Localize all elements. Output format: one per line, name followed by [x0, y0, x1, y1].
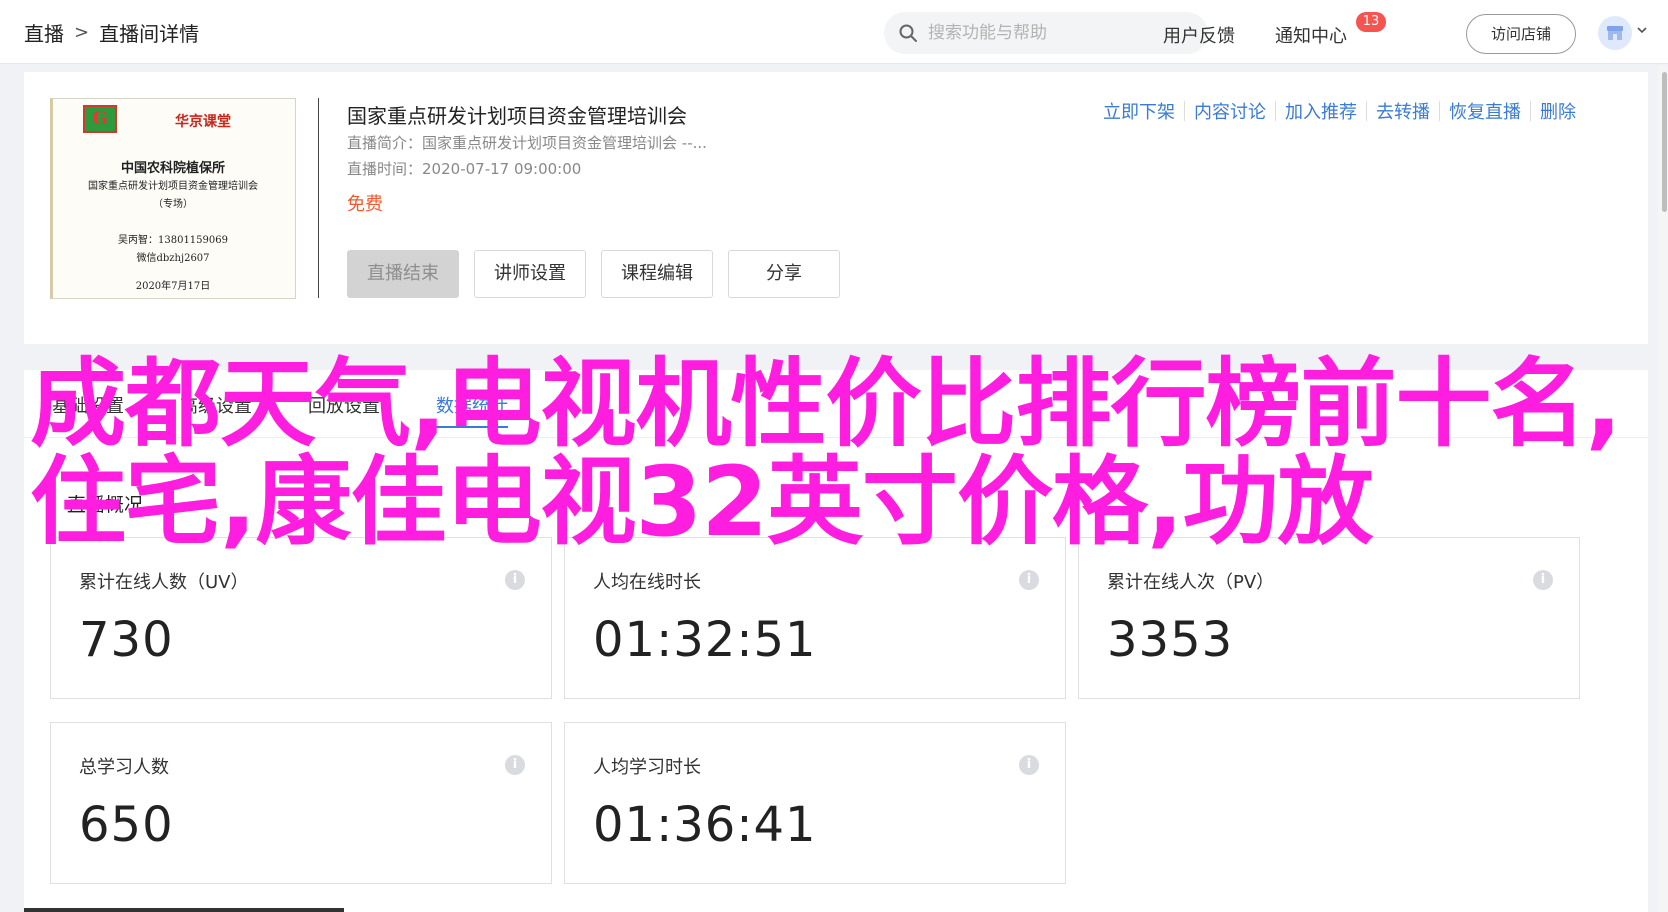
stat-card-avg-online-time: 人均在线时长 01:32:51 i — [564, 537, 1066, 699]
discussion-link[interactable]: 内容讨论 — [1194, 98, 1266, 124]
avatar[interactable] — [1598, 16, 1632, 50]
section-title: 直播概况 — [52, 494, 143, 516]
notification-center-link[interactable]: 通知中心 — [1275, 22, 1347, 48]
course-time: 直播时间：2020-07-17 09:00:00 — [347, 158, 581, 179]
breadcrumb-separator: > — [74, 22, 90, 43]
stat-card-uv: 累计在线人数（UV） 730 i — [50, 537, 552, 699]
cover-logo: G — [83, 105, 117, 133]
stat-label: 累计在线人数（UV） — [79, 572, 249, 593]
cover-brand: 华京课堂 — [175, 114, 231, 130]
info-icon[interactable]: i — [505, 755, 525, 775]
breadcrumb-live-detail: 直播间详情 — [99, 22, 200, 46]
course-actions: 立即下架 内容讨论 加入推荐 去转播 恢复直播 删除 — [1103, 98, 1576, 124]
cover-title: 国家重点研发计划项目资金管理培训会 — [88, 181, 258, 192]
rebroadcast-link[interactable]: 去转播 — [1376, 98, 1430, 124]
divider — [318, 98, 319, 298]
intro-label: 直播简介： — [347, 134, 423, 152]
top-header: 直播 > 直播间详情 用户反馈 通知中心 13 访问店铺 — [0, 0, 1668, 64]
course-cover-image: G 华京课堂 中国农科院植保所 国家重点研发计划项目资金管理培训会 （专场） 吴… — [50, 98, 296, 299]
delete-link[interactable]: 删除 — [1540, 98, 1576, 124]
action-divider — [1439, 101, 1440, 121]
action-divider — [1184, 101, 1185, 121]
stat-value: 01:36:41 — [593, 797, 817, 853]
stat-card-avg-learning-time: 人均学习时长 01:36:41 i — [564, 722, 1066, 884]
store-icon — [1607, 26, 1623, 40]
tab-data-statistics[interactable]: 数据统计 — [436, 392, 508, 428]
course-title: 国家重点研发计划项目资金管理培训会 — [347, 104, 687, 128]
info-icon[interactable]: i — [1533, 570, 1553, 590]
info-icon[interactable]: i — [1019, 755, 1039, 775]
cover-org: 中国农科院植保所 — [120, 161, 225, 176]
tab-bar: 基础设置 高级设置 回放设置 数据统计 — [52, 392, 564, 428]
search-input[interactable] — [928, 23, 1188, 43]
stat-label: 总学习人数 — [79, 757, 169, 778]
stat-label: 人均学习时长 — [593, 757, 701, 778]
stat-card-learners: 总学习人数 650 i — [50, 722, 552, 884]
tab-basic-settings[interactable]: 基础设置 — [52, 392, 124, 428]
course-intro: 直播简介：国家重点研发计划项目资金管理培训会 --... — [347, 132, 707, 153]
cover-wechat: 微信dbzhj2607 — [136, 253, 210, 264]
breadcrumb-live[interactable]: 直播 — [24, 18, 64, 47]
action-divider — [1530, 101, 1531, 121]
tab-replay-settings[interactable]: 回放设置 — [308, 392, 380, 428]
time-value: 2020-07-17 09:00:00 — [422, 160, 582, 178]
tab-divider — [24, 437, 1648, 438]
time-label: 直播时间： — [347, 160, 423, 178]
price-tag: 免费 — [347, 194, 383, 215]
resume-live-link[interactable]: 恢复直播 — [1449, 98, 1521, 124]
take-down-link[interactable]: 立即下架 — [1103, 98, 1175, 124]
notification-badge: 13 — [1356, 12, 1386, 32]
cover-date: 2020年7月17日 — [135, 281, 211, 292]
course-edit-button[interactable]: 课程编辑 — [601, 250, 713, 298]
search-icon — [899, 24, 917, 42]
stat-label: 人均在线时长 — [593, 572, 701, 593]
recommend-link[interactable]: 加入推荐 — [1285, 98, 1357, 124]
bottom-edge — [24, 908, 344, 912]
info-icon[interactable]: i — [1019, 570, 1039, 590]
intro-value: 国家重点研发计划项目资金管理培训会 --... — [422, 134, 707, 152]
scrollbar-thumb[interactable] — [1662, 72, 1667, 212]
stat-value: 01:32:51 — [593, 612, 817, 668]
stat-label: 累计在线人次（PV） — [1107, 572, 1275, 593]
breadcrumb: 直播 > 直播间详情 — [24, 18, 199, 47]
stat-value: 3353 — [1107, 612, 1234, 668]
stat-value: 730 — [79, 612, 174, 668]
live-ended-button[interactable]: 直播结束 — [347, 250, 459, 298]
search-box[interactable] — [884, 12, 1208, 54]
share-button[interactable]: 分享 — [728, 250, 840, 298]
action-divider — [1366, 101, 1367, 121]
cover-contact: 吴丙智：13801159069 — [118, 235, 228, 246]
feedback-link[interactable]: 用户反馈 — [1163, 22, 1235, 48]
cover-subtitle: （专场） — [153, 199, 193, 210]
lecturer-settings-button[interactable]: 讲师设置 — [474, 250, 586, 298]
chevron-down-icon[interactable] — [1636, 24, 1648, 36]
action-divider — [1275, 101, 1276, 121]
stat-card-pv: 累计在线人次（PV） 3353 i — [1078, 537, 1580, 699]
tab-advanced-settings[interactable]: 高级设置 — [180, 392, 252, 428]
info-icon[interactable]: i — [505, 570, 525, 590]
visit-store-button[interactable]: 访问店铺 — [1466, 14, 1576, 54]
stat-value: 650 — [79, 797, 174, 853]
